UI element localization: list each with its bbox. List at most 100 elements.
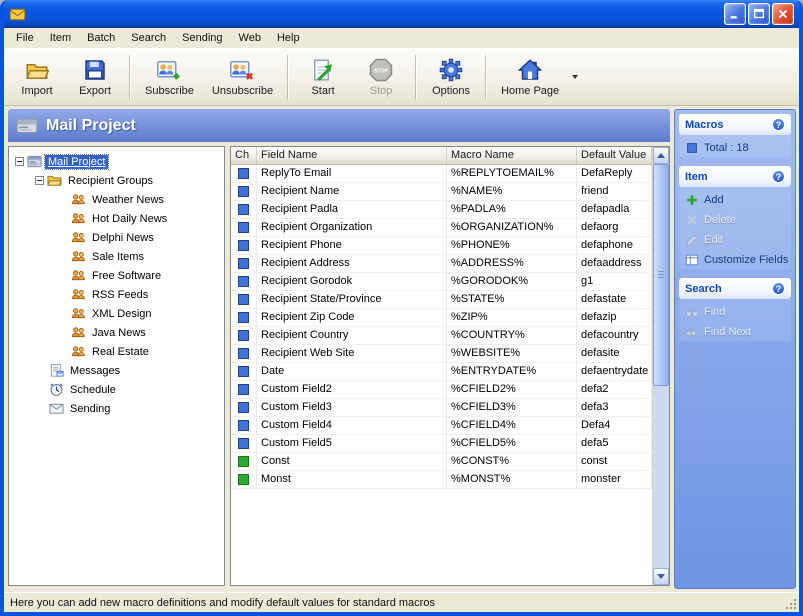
default-value-cell: const <box>577 453 652 470</box>
tree-item-recipient-groups[interactable]: Recipient Groups <box>11 171 222 190</box>
menu-batch[interactable]: Batch <box>79 30 123 46</box>
tree-item-sending[interactable]: Sending <box>11 399 222 418</box>
unsubscribe-button[interactable]: Unsubscribe <box>203 51 282 103</box>
menu-help[interactable]: Help <box>269 30 308 46</box>
panels: Mail ProjectRecipient GroupsWeather News… <box>4 142 674 592</box>
home-page-dropdown[interactable] <box>568 51 581 103</box>
home-page-button[interactable]: Home Page <box>492 51 568 103</box>
tree-item-mail-project[interactable]: Mail Project <box>11 152 222 171</box>
find-icon <box>685 305 699 319</box>
table-row[interactable]: Recipient Zip Code%ZIP%defazip <box>231 309 652 327</box>
tree-item-free-software[interactable]: Free Software <box>11 266 222 285</box>
mail-project-header-icon <box>16 115 38 137</box>
tree-item-label: Java News <box>89 326 149 340</box>
table-row[interactable]: Recipient Web Site%WEBSITE%defasite <box>231 345 652 363</box>
tree-item-weather-news[interactable]: Weather News <box>11 190 222 209</box>
scroll-up-button[interactable] <box>653 147 669 164</box>
help-icon[interactable]: ? <box>772 118 785 131</box>
unsubscribe-label: Unsubscribe <box>212 85 273 97</box>
column-header-field-name[interactable]: Field Name <box>257 147 447 164</box>
tree-item-xml-design[interactable]: XML Design <box>11 304 222 323</box>
table-row[interactable]: Const%CONST%const <box>231 453 652 471</box>
group-icon <box>71 192 86 207</box>
table-row[interactable]: Custom Field5%CFIELD5%defa5 <box>231 435 652 453</box>
delete-icon <box>685 213 699 227</box>
subscribe-label: Subscribe <box>145 85 194 97</box>
table-row[interactable]: Recipient Address%ADDRESS%defaaddress <box>231 255 652 273</box>
maximize-button[interactable] <box>748 3 770 25</box>
tree-item-rss-feeds[interactable]: RSS Feeds <box>11 285 222 304</box>
default-value-cell: Defa4 <box>577 417 652 434</box>
column-header-default-value[interactable]: Default Value <box>577 147 652 164</box>
table-row[interactable]: Recipient Gorodok%GORODOK%g1 <box>231 273 652 291</box>
macro-name-cell: %NAME% <box>447 183 577 200</box>
resize-grip[interactable] <box>785 598 798 611</box>
sidebar-action-add[interactable]: Add <box>685 193 789 207</box>
import-button[interactable]: Import <box>8 51 66 103</box>
column-header-macro-name[interactable]: Macro Name <box>447 147 577 164</box>
sidebar-header-macros[interactable]: Macros? <box>679 114 791 135</box>
tree-item-schedule[interactable]: Schedule <box>11 380 222 399</box>
tree-item-sale-items[interactable]: Sale Items <box>11 247 222 266</box>
menu-web[interactable]: Web <box>231 30 269 46</box>
subscribe-button[interactable]: Subscribe <box>136 51 203 103</box>
column-header-ch[interactable]: Ch <box>231 147 257 164</box>
export-label: Export <box>79 85 111 97</box>
table-row[interactable]: Recipient State/Province%STATE%defastate <box>231 291 652 309</box>
collapse-expander-icon[interactable] <box>15 157 24 166</box>
table-row[interactable]: ReplyTo Email%REPLYTOEMAIL%DefaReply <box>231 165 652 183</box>
close-button[interactable] <box>772 3 794 25</box>
field-name-cell: Custom Field4 <box>257 417 447 434</box>
scroll-down-button[interactable] <box>653 568 669 585</box>
titlebar[interactable] <box>4 0 799 28</box>
tree-item-java-news[interactable]: Java News <box>11 323 222 342</box>
field-name-cell: Custom Field5 <box>257 435 447 452</box>
table-row[interactable]: Recipient Name%NAME%friend <box>231 183 652 201</box>
menu-sending[interactable]: Sending <box>174 30 230 46</box>
stop-icon: STOP <box>369 58 393 82</box>
sidebar-header-item[interactable]: Item? <box>679 166 791 187</box>
macro-name-cell: %CFIELD2% <box>447 381 577 398</box>
options-button[interactable]: Options <box>422 51 480 103</box>
export-button[interactable]: Export <box>66 51 124 103</box>
sidebar-section-item: Item?AddDeleteEditCustomize Fields <box>679 166 791 269</box>
field-name-cell: ReplyTo Email <box>257 165 447 182</box>
table-row[interactable]: Custom Field2%CFIELD2%defa2 <box>231 381 652 399</box>
sidebar-header-search[interactable]: Search? <box>679 278 791 299</box>
table-row[interactable]: Date%ENTRYDATE%defaentrydate <box>231 363 652 381</box>
menu-item[interactable]: Item <box>42 30 79 46</box>
tree-item-delphi-news[interactable]: Delphi News <box>11 228 222 247</box>
chevron-down-icon <box>572 75 578 79</box>
table-row[interactable]: Recipient Padla%PADLA%defapadla <box>231 201 652 219</box>
tree-item-real-estate[interactable]: Real Estate <box>11 342 222 361</box>
tree-item-label: Messages <box>67 364 123 378</box>
stop-button: STOPStop <box>352 51 410 103</box>
help-icon[interactable]: ? <box>772 282 785 295</box>
table-row[interactable]: Custom Field3%CFIELD3%defa3 <box>231 399 652 417</box>
sidebar-action-customize-fields[interactable]: Customize Fields <box>685 253 789 267</box>
table-row[interactable]: Monst%MONST%monster <box>231 471 652 489</box>
table-row[interactable]: Recipient Phone%PHONE%defaphone <box>231 237 652 255</box>
scrollbar-track[interactable] <box>653 386 669 568</box>
sidebar-action-label: Delete <box>704 214 736 226</box>
help-icon[interactable]: ? <box>772 170 785 183</box>
import-icon <box>25 58 49 82</box>
tree-item-messages[interactable]: Messages <box>11 361 222 380</box>
tree-item-hot-daily-news[interactable]: Hot Daily News <box>11 209 222 228</box>
collapse-expander-icon[interactable] <box>35 176 44 185</box>
status-bar: Here you can add new macro definitions a… <box>4 592 799 612</box>
vertical-scrollbar[interactable] <box>652 147 669 585</box>
group-icon <box>71 325 86 340</box>
table-row[interactable]: Recipient Organization%ORGANIZATION%defa… <box>231 219 652 237</box>
macro-name-cell: %ADDRESS% <box>447 255 577 272</box>
start-button[interactable]: Start <box>294 51 352 103</box>
sidebar-action-total[interactable]: Total : 18 <box>685 141 789 155</box>
scrollbar-thumb[interactable] <box>653 164 669 386</box>
field-name-cell: Recipient Name <box>257 183 447 200</box>
table-row[interactable]: Recipient Country%COUNTRY%defacountry <box>231 327 652 345</box>
menu-file[interactable]: File <box>8 30 42 46</box>
recipient-groups-icon <box>47 173 62 188</box>
menu-search[interactable]: Search <box>123 30 174 46</box>
minimize-button[interactable] <box>724 3 746 25</box>
table-row[interactable]: Custom Field4%CFIELD4%Defa4 <box>231 417 652 435</box>
